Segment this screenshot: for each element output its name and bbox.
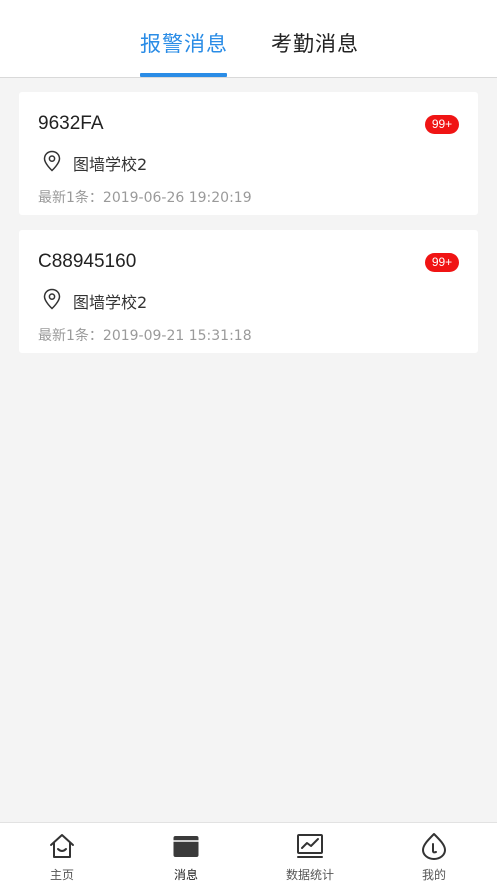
unread-count-badge: 99+ xyxy=(425,115,459,134)
tabbar-label-messages: 消息 xyxy=(173,868,198,882)
chart-icon xyxy=(297,834,323,858)
tabbar-item-messages[interactable]: 消息 xyxy=(124,823,248,883)
latest-message-time: 最新1条：2019-06-26 19:20:19 xyxy=(38,190,252,206)
tabbar-item-mine[interactable]: 我的 xyxy=(372,823,496,883)
location-pin-icon xyxy=(43,288,61,310)
device-id: 9632FA xyxy=(38,113,104,134)
profile-icon xyxy=(422,833,446,860)
bottom-tab-bar: 主页 消息 数据统计 我的 xyxy=(0,822,497,883)
active-tab-indicator xyxy=(140,73,227,77)
top-tab-header: 报警消息 考勤消息 xyxy=(0,0,497,78)
location-pin-icon xyxy=(43,150,61,172)
tabbar-item-statistics[interactable]: 数据统计 xyxy=(248,823,372,883)
tab-attendance-messages[interactable]: 考勤消息 xyxy=(271,28,359,58)
tabbar-label-statistics: 数据统计 xyxy=(285,868,334,882)
tabbar-label-home: 主页 xyxy=(49,868,74,882)
message-card[interactable]: 9632FA 99+ 图墙学校2 最新1条：2019-06-26 19:20:1… xyxy=(19,92,478,215)
message-icon xyxy=(173,836,199,857)
tab-alarm-messages[interactable]: 报警消息 xyxy=(140,28,228,58)
tabbar-item-home[interactable]: 主页 xyxy=(0,823,124,883)
school-location: 图墙学校2 xyxy=(73,155,148,174)
message-card[interactable]: C88945160 99+ 图墙学校2 最新1条：2019-09-21 15:3… xyxy=(19,230,478,353)
unread-count-badge: 99+ xyxy=(425,253,459,272)
school-location: 图墙学校2 xyxy=(73,293,148,312)
latest-message-time: 最新1条：2019-09-21 15:31:18 xyxy=(38,328,252,344)
home-icon xyxy=(50,834,74,858)
tabbar-label-mine: 我的 xyxy=(421,868,446,882)
device-id: C88945160 xyxy=(38,251,137,272)
